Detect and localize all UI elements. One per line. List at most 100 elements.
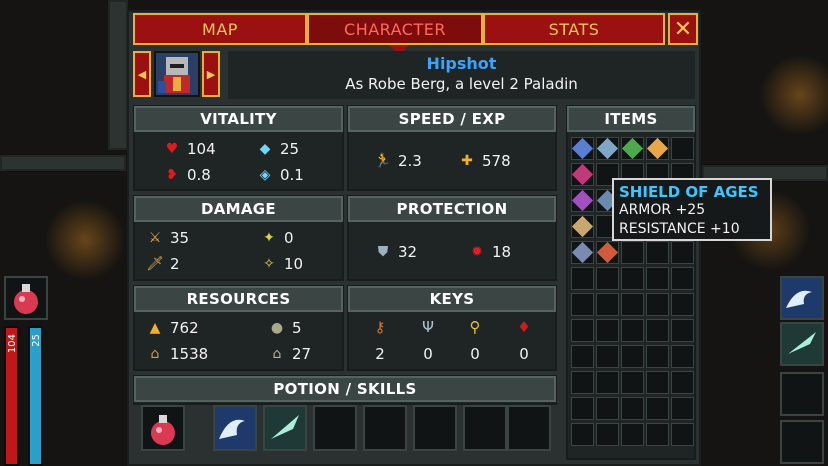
inventory-slot[interactable]: [646, 345, 669, 368]
running-man-icon: 🏃: [374, 153, 392, 169]
skill-slot-6[interactable]: [463, 405, 507, 451]
stat-exp: ✚ 578: [458, 152, 511, 170]
inventory-slot[interactable]: [621, 423, 644, 446]
mana-bar-value: 25: [31, 334, 42, 347]
inventory-slot[interactable]: [571, 371, 594, 394]
stat-houses: ⌂ 1538: [146, 345, 209, 363]
inventory-slot[interactable]: [621, 137, 644, 160]
inventory-slot[interactable]: [596, 319, 619, 342]
stat-gold: ▲ 762: [146, 319, 199, 337]
inventory-slot[interactable]: [621, 345, 644, 368]
items-heading: ITEMS: [567, 106, 695, 132]
speed-heading: SPEED / EXP: [348, 106, 556, 132]
potion-slot[interactable]: [141, 405, 185, 451]
next-hero-button[interactable]: ▶: [202, 51, 220, 97]
inventory-slot[interactable]: [571, 319, 594, 342]
inventory-slot[interactable]: [571, 215, 594, 238]
inventory-slot[interactable]: [596, 423, 619, 446]
mana-regen-value: 0.1: [280, 166, 304, 184]
skill-slot-3[interactable]: [313, 405, 357, 451]
stone-houses-value: 27: [292, 345, 312, 363]
gold-value: 762: [170, 319, 199, 337]
crystal-regen-icon: ◈: [259, 167, 271, 183]
stat-armor: ⛊ 32: [374, 243, 417, 261]
wand-icon: ✦: [263, 230, 275, 246]
inventory-slot[interactable]: [671, 319, 694, 342]
silver-key-count: 0: [423, 345, 433, 363]
inventory-slot[interactable]: [621, 241, 644, 264]
item-icon: [571, 241, 594, 264]
wand-plus-icon: ✧: [263, 256, 275, 272]
inventory-slot[interactable]: [571, 241, 594, 264]
gold-key-icon: ⚲: [469, 318, 481, 336]
tab-stats[interactable]: STATS: [483, 13, 665, 45]
inventory-slot[interactable]: [571, 293, 594, 316]
hero-name: Hipshot: [426, 54, 497, 73]
health-value: 104: [187, 140, 216, 158]
skill-slot-1[interactable]: [213, 405, 257, 451]
inventory-slot[interactable]: [646, 293, 669, 316]
inventory-slot[interactable]: [646, 267, 669, 290]
inventory-slot[interactable]: [596, 371, 619, 394]
side-potion-slot[interactable]: [4, 276, 48, 320]
inventory-slot[interactable]: [671, 241, 694, 264]
inventory-slot[interactable]: [646, 137, 669, 160]
inventory-slot[interactable]: [621, 397, 644, 420]
skill-slot-4[interactable]: [363, 405, 407, 451]
magic-value: 0: [284, 229, 294, 247]
potion-icon: [151, 415, 175, 445]
item-icon: [571, 137, 594, 160]
inventory-slot[interactable]: [571, 397, 594, 420]
inventory-slot[interactable]: [571, 345, 594, 368]
inventory-slot[interactable]: [646, 397, 669, 420]
inventory-slot[interactable]: [671, 267, 694, 290]
inventory-slot[interactable]: [671, 397, 694, 420]
inventory-slot[interactable]: [671, 371, 694, 394]
inventory-slot[interactable]: [571, 163, 594, 186]
skill-slot-7[interactable]: [507, 405, 551, 451]
inventory-slot[interactable]: [646, 241, 669, 264]
inventory-slot[interactable]: [596, 345, 619, 368]
close-button[interactable]: ✕: [668, 13, 698, 45]
inventory-slot[interactable]: [621, 293, 644, 316]
inventory-slot[interactable]: [621, 319, 644, 342]
tab-character[interactable]: CHARACTER: [307, 13, 483, 45]
inventory-slot[interactable]: [671, 345, 694, 368]
inventory-slot[interactable]: [621, 371, 644, 394]
side-skill-slot-1[interactable]: [780, 276, 824, 320]
vitality-heading: VITALITY: [134, 106, 343, 132]
item-icon: [621, 137, 644, 160]
side-slot-3[interactable]: [780, 372, 824, 416]
inventory-slot[interactable]: [571, 137, 594, 160]
inventory-slot[interactable]: [621, 267, 644, 290]
stat-stone: ● 5: [268, 319, 302, 337]
plus-icon: ✚: [461, 153, 473, 169]
inventory-slot[interactable]: [571, 267, 594, 290]
speed-value: 2.3: [398, 152, 422, 170]
magic-bonus-value: 10: [284, 255, 304, 273]
prev-hero-button[interactable]: ◀: [133, 51, 151, 97]
inventory-slot[interactable]: [671, 423, 694, 446]
stat-melee: ⚔ 35: [146, 229, 189, 247]
inventory-slot[interactable]: [596, 397, 619, 420]
inventory-slot[interactable]: [596, 267, 619, 290]
side-skill-slot-2[interactable]: [780, 322, 824, 366]
inventory-slot[interactable]: [596, 137, 619, 160]
side-slot-4[interactable]: [780, 420, 824, 464]
hero-portrait: [154, 51, 200, 97]
skill-slot-5[interactable]: [413, 405, 457, 451]
inventory-slot[interactable]: [571, 423, 594, 446]
inventory-slot[interactable]: [646, 423, 669, 446]
inventory-slot[interactable]: [646, 319, 669, 342]
inventory-slot[interactable]: [671, 137, 694, 160]
stat-resistance: ✹ 18: [468, 243, 511, 261]
inventory-slot[interactable]: [646, 371, 669, 394]
tab-map[interactable]: MAP: [133, 13, 307, 45]
inventory-slot[interactable]: [596, 241, 619, 264]
inventory-slot[interactable]: [571, 189, 594, 212]
heart-regen-icon: ❥: [166, 167, 178, 183]
health-bar: 104: [4, 326, 19, 466]
inventory-slot[interactable]: [671, 293, 694, 316]
skill-slot-2[interactable]: [263, 405, 307, 451]
inventory-slot[interactable]: [596, 293, 619, 316]
